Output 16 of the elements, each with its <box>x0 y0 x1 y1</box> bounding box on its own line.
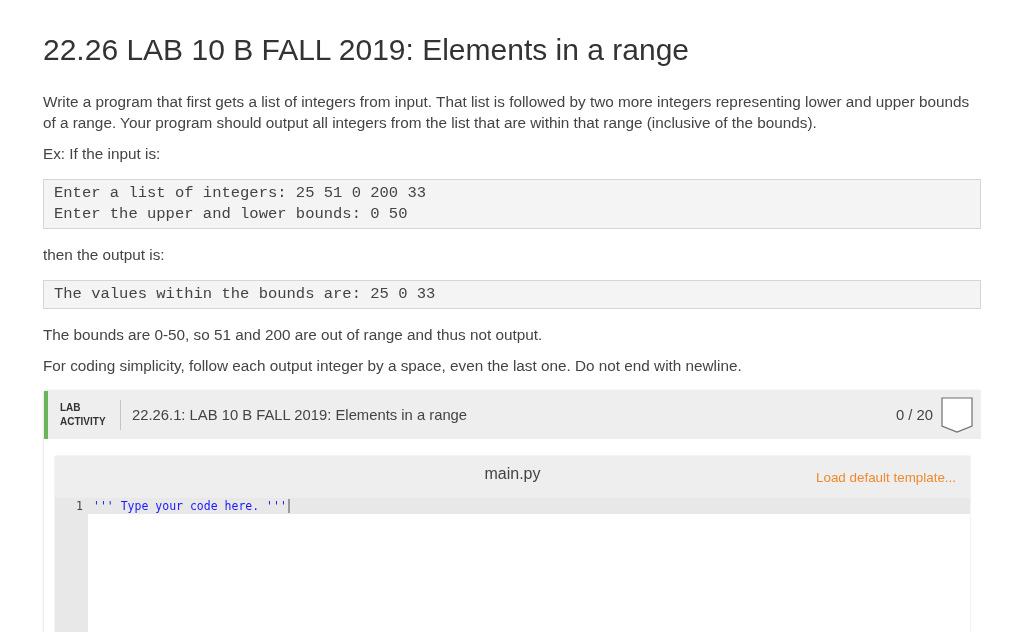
paragraph: Write a program that first gets a list of integers from input. That list is followed by two more integers representing lower and upper bounds of a range. Your program should output all integers from the list that are within that range (inclusive of the bounds). <box>43 92 971 133</box>
page-title: 22.26 LAB 10 B FALL 2019: Elements in a range <box>43 32 690 68</box>
paragraph: Ex: If the input is: <box>43 144 162 164</box>
paragraph: The bounds are 0-50, so 51 and 200 are out of range and thus not output. <box>43 325 544 345</box>
code-sample: Enter a list of integers: 25 51 0 200 33 Enter the upper and lower bounds: 0 50 <box>43 179 981 229</box>
file-name: main.py <box>484 465 541 483</box>
code-text: ''' Type your code here. ''' <box>92 499 287 513</box>
lab-activity-title: 22.26.1: LAB 10 B FALL 2019: Elements in a range <box>132 407 469 423</box>
load-template-link[interactable]: Load default template... <box>816 470 956 485</box>
text-cursor <box>287 499 290 513</box>
lab-activity-label: LAB ACTIVITY <box>60 401 107 429</box>
score-text: 0 / 20 <box>895 407 933 423</box>
paragraph: then the output is: <box>43 245 166 265</box>
code-sample: The values within the bounds are: 25 0 33 <box>43 280 981 309</box>
line-number: 1 <box>75 499 84 513</box>
paragraph: For coding simplicity, follow each output integer by a space, even the last one. Do not end with newline. <box>43 356 743 376</box>
